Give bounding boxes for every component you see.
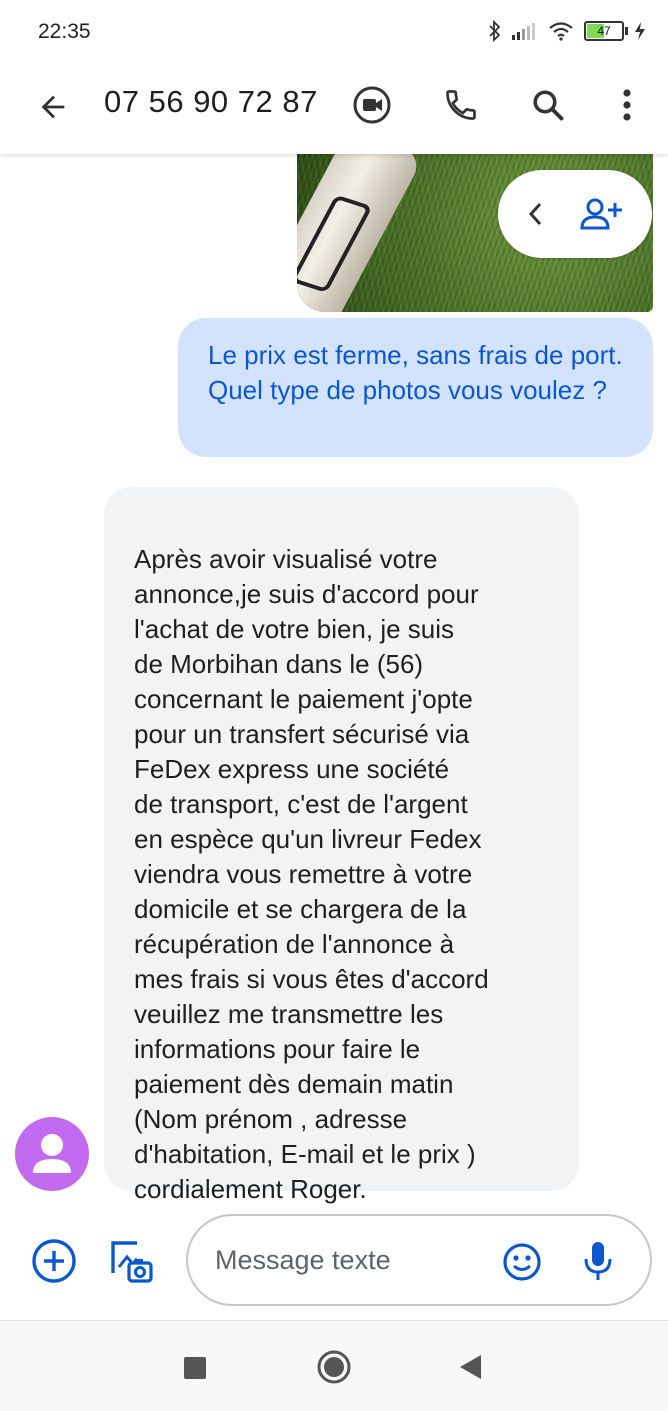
- signal-icon: [512, 23, 535, 40]
- add-person-icon: [580, 198, 622, 230]
- video-call-icon: [353, 86, 391, 124]
- sender-avatar[interactable]: [15, 1117, 89, 1191]
- collapse-button[interactable]: [516, 194, 556, 234]
- search-button[interactable]: [525, 82, 571, 128]
- back-arrow-icon: [41, 95, 65, 119]
- outgoing-message-bubble[interactable]: Le prix est ferme, sans frais de port. Q…: [178, 318, 653, 457]
- bluetooth-icon: [489, 20, 501, 42]
- circle-home-icon: [317, 1350, 351, 1384]
- charging-icon: [635, 22, 645, 40]
- person-icon: [33, 1134, 71, 1173]
- compose-bar: Message texte: [0, 1204, 668, 1320]
- more-options-button[interactable]: [604, 82, 650, 128]
- home-button[interactable]: [312, 1345, 356, 1389]
- add-contact-button[interactable]: [578, 192, 624, 236]
- contact-title: 07 56 90 72 87: [104, 84, 318, 119]
- back-nav-button[interactable]: [452, 1349, 488, 1385]
- more-vert-icon: [623, 89, 631, 121]
- voice-input-button[interactable]: [576, 1238, 620, 1284]
- gallery-button[interactable]: [105, 1235, 157, 1287]
- app-bar: 07 56 90 72 87: [0, 62, 668, 154]
- recents-button[interactable]: [178, 1351, 212, 1385]
- square-recents-icon: [184, 1357, 206, 1379]
- photo-actions-pill: [498, 170, 652, 258]
- video-call-button[interactable]: [349, 82, 395, 128]
- search-icon: [533, 90, 564, 121]
- battery-icon: 47: [584, 21, 628, 41]
- conversation-area[interactable]: Le prix est ferme, sans frais de port. Q…: [0, 154, 668, 1204]
- incoming-message-text: Après avoir visualisé votre annonce,je s…: [134, 544, 489, 1204]
- emoji-icon: [503, 1243, 541, 1281]
- emoji-button[interactable]: [500, 1240, 544, 1284]
- outgoing-message-text: Le prix est ferme, sans frais de port. Q…: [208, 340, 623, 405]
- triangle-back-icon: [460, 1355, 481, 1379]
- gallery-icon: [111, 1241, 153, 1283]
- add-circle-icon: [32, 1239, 76, 1283]
- status-bar: 22:35 47: [0, 0, 668, 62]
- microphone-icon: [584, 1242, 612, 1280]
- status-time: 22:35: [38, 20, 91, 43]
- wifi-icon: [549, 22, 573, 41]
- chevron-left-icon: [528, 202, 542, 226]
- phone-call-button[interactable]: [438, 82, 484, 128]
- message-input[interactable]: Message texte: [186, 1214, 652, 1306]
- incoming-message-bubble[interactable]: Après avoir visualisé votre annonce,je s…: [104, 487, 579, 1204]
- message-input-placeholder: Message texte: [215, 1245, 391, 1275]
- phone-icon: [446, 90, 476, 120]
- back-button[interactable]: [30, 84, 76, 130]
- system-navigation-bar: [0, 1320, 668, 1411]
- attach-button[interactable]: [30, 1237, 78, 1285]
- battery-level: 47: [597, 24, 611, 38]
- status-icons: 47: [488, 20, 646, 42]
- photo-object: [297, 154, 424, 312]
